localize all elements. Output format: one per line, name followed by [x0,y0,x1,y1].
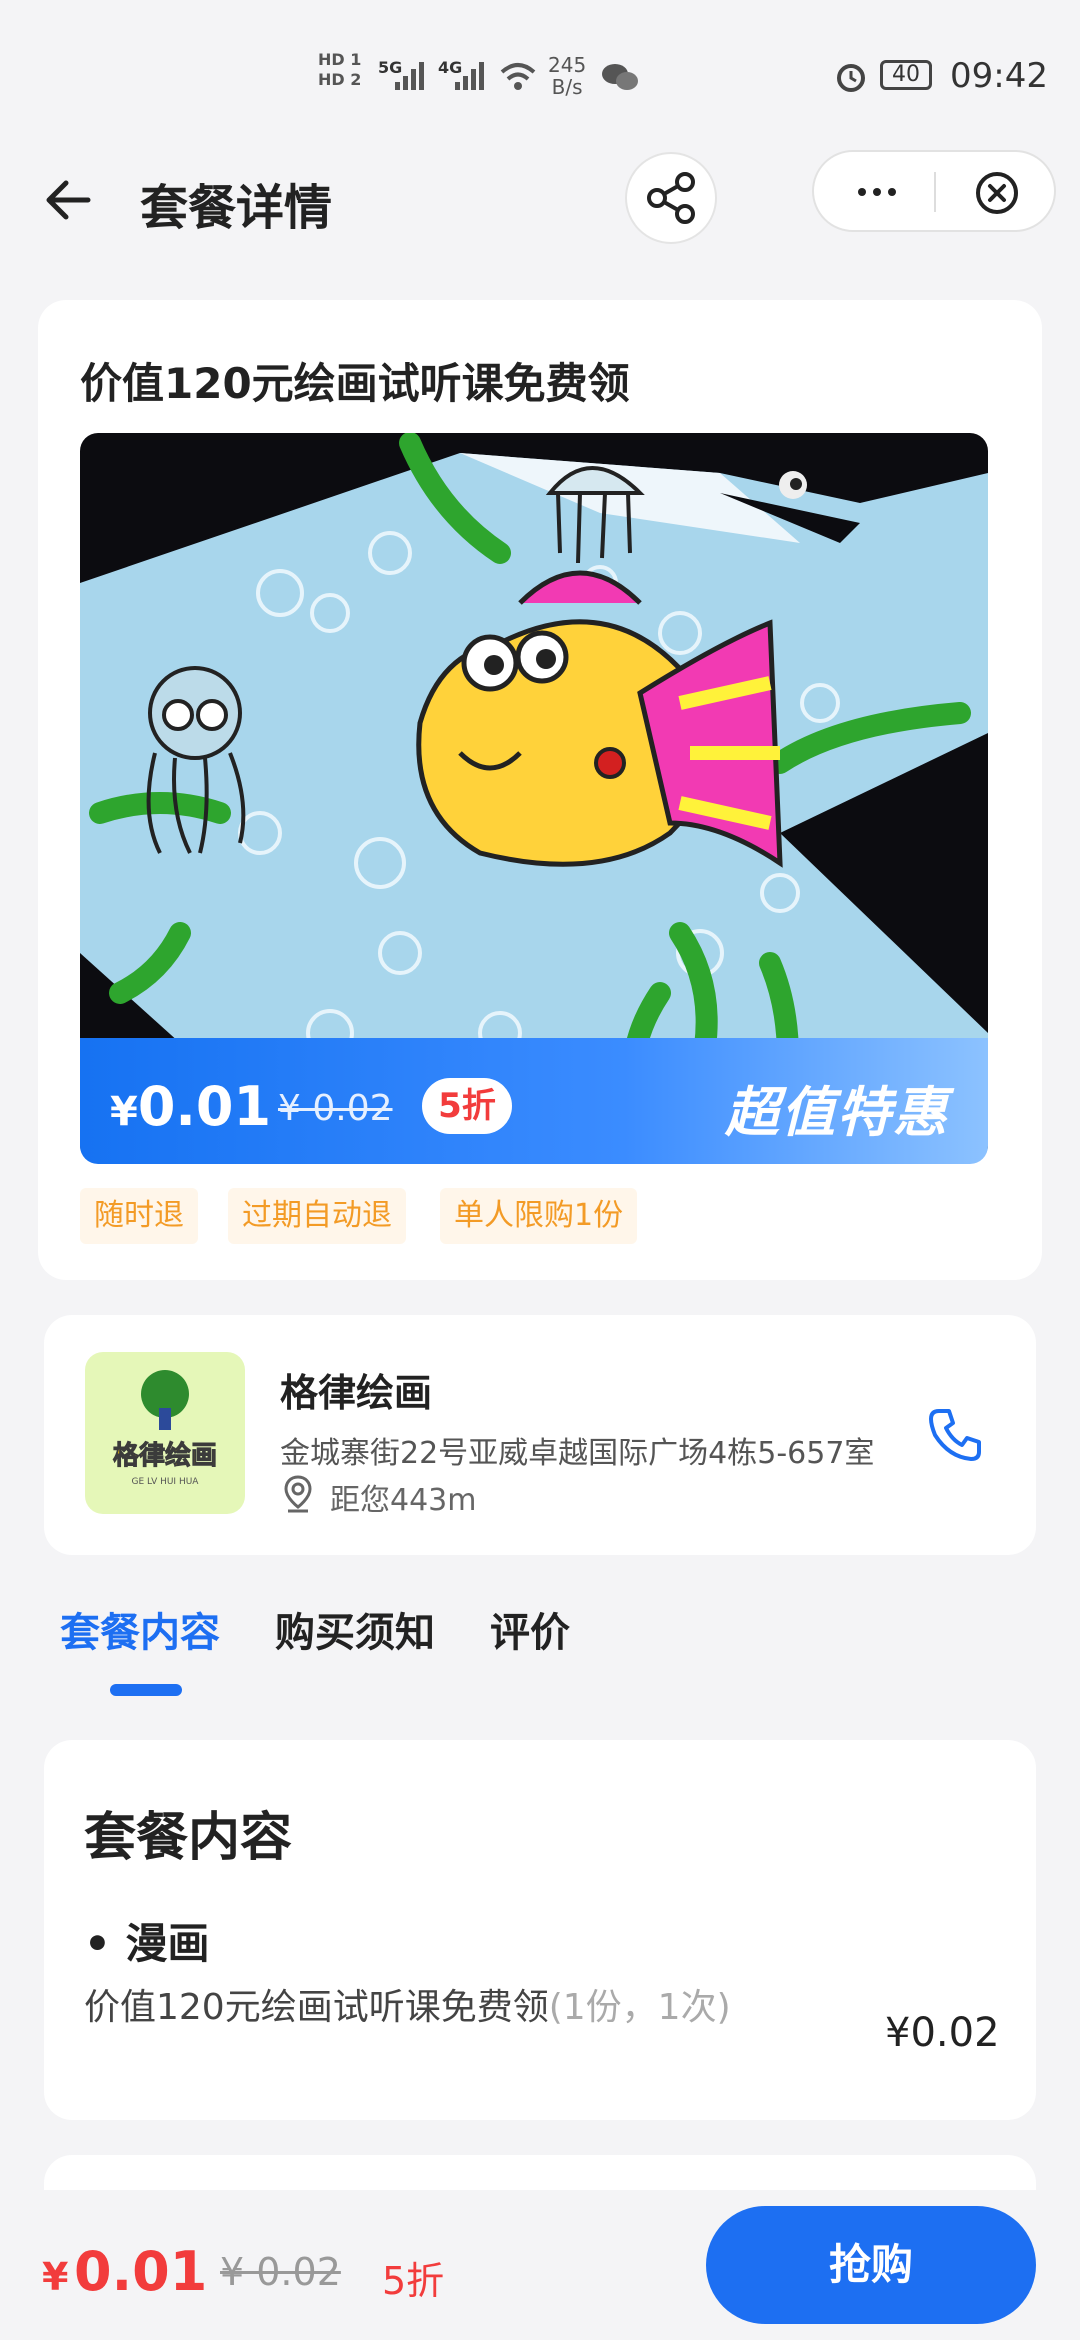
bottom-price: ¥ 0.01 [42,2240,207,2303]
tab-purchase-notes[interactable]: 购买须知 [275,1600,435,1658]
network-speed: 245 B/s [548,53,587,99]
close-icon[interactable] [974,170,1020,216]
clock: 09:42 [950,56,1048,96]
content-item-desc-text: 价值120元绘画试听课免费领 [84,1987,549,2028]
content-section-title: 套餐内容 [84,1808,293,1868]
status-bar: HD 1 HD 2 5G 4G 245 B/s 40 09:42 [0,0,1080,150]
battery-indicator: 40 [880,60,932,90]
tab-package-content[interactable]: 套餐内容 [60,1600,220,1658]
content-item-name: • 漫画 [84,1919,210,1968]
bottom-original-price: ¥ 0.02 [220,2250,341,2294]
tag-auto-refund: 过期自动退 [228,1188,406,1244]
bottom-price-currency: ¥ [42,2255,69,2299]
tag-purchase-limit: 单人限购1份 [440,1188,638,1244]
share-button[interactable] [625,152,717,244]
tab-reviews[interactable]: 评价 [490,1600,570,1658]
bottom-price-value: 0.01 [74,2240,208,2303]
package-title: 价值120元绘画试听课免费领 [80,359,630,408]
logo-subtext: GE LV HUI HUA [132,1477,200,1487]
page-title: 套餐详情 [140,180,333,236]
capsule-divider [934,172,936,212]
tag-refund-anytime: 随时退 [80,1188,198,1244]
shop-name: 格律绘画 [280,1371,433,1415]
banner-price-currency: ¥ [110,1089,138,1135]
content-item-price: ¥0.02 [885,2010,1000,2056]
location-pin-icon [284,1475,312,1513]
alarm-icon [837,64,865,92]
tree-logo-icon: 格律绘画 GE LV HUI HUA [112,1370,218,1487]
wifi-icon [500,63,536,90]
banner-price-value: 0.01 [137,1075,272,1138]
hd-indicator: HD 1 HD 2 [318,50,362,89]
shop-distance: 距您443m [330,1483,477,1518]
active-tab-indicator [110,1684,182,1696]
signal-icon-2 [455,62,484,90]
banner-discount-badge: 5折 [422,1078,512,1134]
banner-slogan: 超值特惠 [725,1081,949,1144]
logo-text: 格律绘画 [113,1440,217,1471]
content-item-quantity: (1份，1次) [548,1987,731,2028]
bottom-discount: 5折 [382,2259,445,2303]
shop-address: 金城寨街22号亚威卓越国际广场4栋5-657室 [280,1436,875,1471]
banner-price: ¥0.01 [110,1075,271,1138]
banner-original-price: ¥ 0.02 [278,1088,393,1129]
mini-program-capsule [812,150,1056,232]
shop-logo: 格律绘画 GE LV HUI HUA [85,1352,245,1514]
content-item-description: 价值120元绘画试听课免费领(1份，1次) [84,1985,764,2031]
wechat-icon [602,64,638,90]
signal-icon [395,62,424,90]
share-icon [647,172,695,224]
phone-icon[interactable] [925,1405,985,1465]
buy-now-button[interactable]: 抢购 [706,2206,1036,2324]
back-arrow-icon[interactable] [40,170,100,230]
more-icon[interactable] [852,174,902,210]
